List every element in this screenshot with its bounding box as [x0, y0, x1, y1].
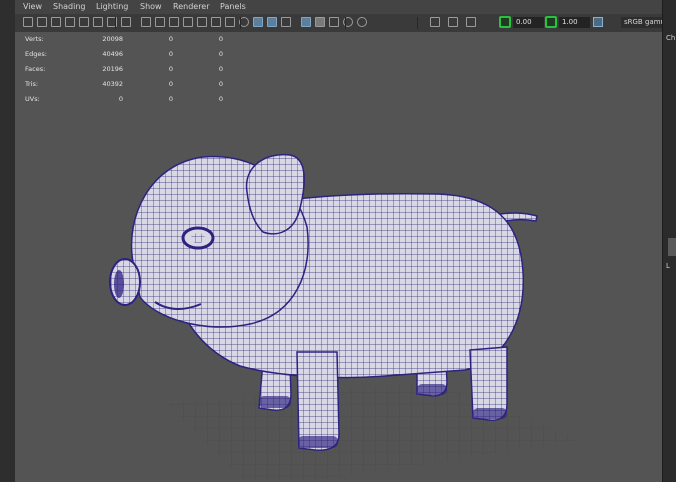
hud-value: 0 — [168, 95, 173, 103]
ground-grid — [165, 382, 580, 482]
hud-value: 0 — [168, 80, 173, 88]
safe-title-icon[interactable] — [197, 17, 207, 27]
xray-icon[interactable] — [430, 17, 440, 27]
safe-action-icon[interactable] — [183, 17, 193, 27]
backface-culling-icon[interactable] — [466, 17, 476, 27]
hud-label: Tris: — [25, 80, 39, 88]
pig-front-leg — [296, 351, 340, 451]
camera-attributes-icon[interactable] — [37, 17, 47, 27]
film-gate-icon[interactable] — [121, 17, 131, 27]
exposure-icon[interactable] — [499, 16, 511, 28]
hud-value: 40392 — [102, 80, 123, 88]
panel-toolbar: 0.00 1.00 sRGB gamm — [15, 14, 676, 33]
hud-value: 0 — [218, 50, 223, 58]
pig-hoof — [473, 408, 507, 419]
pig-hoof — [298, 436, 338, 448]
toolbar-separator — [115, 17, 116, 29]
hud-value: 40496 — [102, 50, 123, 58]
pig-hoof — [259, 396, 291, 408]
hud-value: 20196 — [102, 65, 123, 73]
hud-value: 0 — [218, 35, 223, 43]
textured-icon[interactable] — [253, 17, 263, 27]
menu-lighting[interactable]: Lighting — [96, 2, 128, 12]
toolbar-separator — [345, 17, 346, 29]
channel-box-button[interactable] — [668, 238, 676, 256]
panel-menu-bar: View Shading Lighting Show Renderer Pane… — [15, 0, 662, 15]
menu-panels[interactable]: Panels — [220, 2, 246, 12]
3d-viewport[interactable]: Verts: 20098 0 0 Edges: 40496 0 0 Faces: 20196 0 0 T… — [15, 32, 662, 482]
multisample-aa-icon[interactable] — [329, 17, 339, 27]
hud-value: 0 — [168, 65, 173, 73]
resolution-gate-icon[interactable] — [141, 17, 151, 27]
gamma-icon[interactable] — [545, 16, 557, 28]
field-chart-icon[interactable] — [169, 17, 179, 27]
channel-box-tab[interactable]: Ch — [666, 34, 675, 42]
hud-value: 0 — [168, 50, 173, 58]
isolate-select-icon[interactable] — [357, 17, 367, 27]
wireframe-icon[interactable] — [211, 17, 221, 27]
pig-eye-inner — [191, 233, 205, 243]
shadows-icon[interactable] — [281, 17, 291, 27]
smooth-shade-icon[interactable] — [225, 17, 235, 27]
pig-nostril — [114, 270, 124, 298]
hud-value: 0 — [118, 95, 123, 103]
hud-value: 0 — [218, 65, 223, 73]
hud-value: 20098 — [102, 35, 123, 43]
toolbar-separator — [417, 17, 418, 29]
hud-label: UVs: — [25, 95, 40, 103]
toolbar-separator — [240, 17, 241, 29]
use-all-lights-icon[interactable] — [267, 17, 277, 27]
maya-viewport-window: View Shading Lighting Show Renderer Pane… — [0, 0, 676, 482]
xray-joints-icon[interactable] — [448, 17, 458, 27]
screen-space-ao-icon[interactable] — [301, 17, 311, 27]
hud-value: 0 — [218, 80, 223, 88]
hud-label: Verts: — [25, 35, 44, 43]
channel-box-panel: Ch L — [662, 0, 676, 482]
menu-shading[interactable]: Shading — [53, 2, 86, 12]
menu-view[interactable]: View — [23, 2, 42, 12]
motion-blur-icon[interactable] — [315, 17, 325, 27]
hud-value: 0 — [218, 95, 223, 103]
image-plane-icon[interactable] — [65, 17, 75, 27]
gamma-field[interactable]: 1.00 — [559, 17, 590, 28]
gate-mask-icon[interactable] — [155, 17, 165, 27]
view-transform-icon[interactable] — [593, 17, 603, 27]
left-toolbox-strip — [0, 0, 15, 482]
menu-show[interactable]: Show — [140, 2, 162, 12]
layer-tab[interactable]: L — [666, 262, 670, 270]
pig-hoof — [417, 384, 447, 395]
hud-label: Edges: — [25, 50, 47, 58]
bookmark-icon[interactable] — [51, 17, 61, 27]
menu-renderer[interactable]: Renderer — [173, 2, 210, 12]
exposure-field[interactable]: 0.00 — [513, 17, 544, 28]
select-camera-icon[interactable] — [23, 17, 33, 27]
hud-label: Faces: — [25, 65, 46, 73]
grease-pencil-icon[interactable] — [93, 17, 103, 27]
hud-value: 0 — [168, 35, 173, 43]
2d-pan-zoom-icon[interactable] — [79, 17, 89, 27]
